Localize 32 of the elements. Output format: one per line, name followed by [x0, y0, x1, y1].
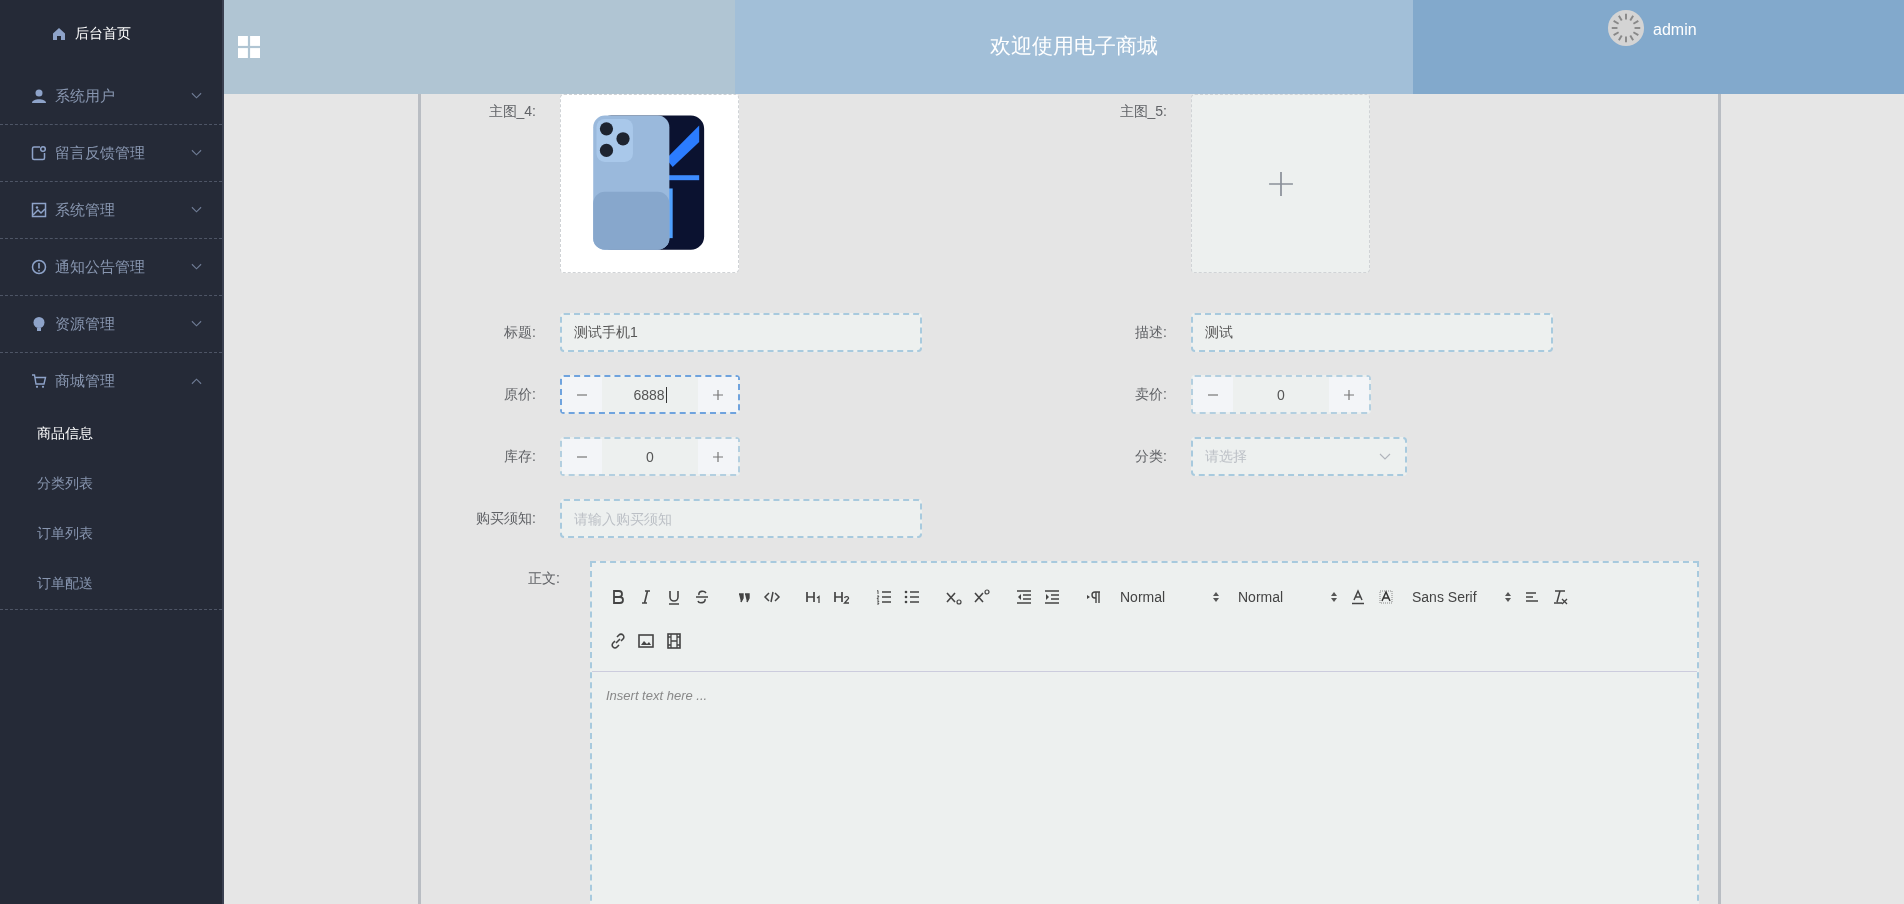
field-label: 购买须知: — [475, 509, 536, 528]
number-value: 0 — [1276, 385, 1286, 405]
submenu-item[interactable]: 订单列表 — [0, 509, 222, 559]
field-label: 库存: — [503, 447, 536, 466]
editor-placeholder: Insert text here ... — [606, 688, 708, 703]
menu-item[interactable]: 系统用户 — [0, 68, 222, 124]
field-label: 原价: — [503, 385, 536, 404]
menu-item[interactable]: 通知公告管理 — [0, 239, 222, 295]
field-label: 标题: — [503, 323, 536, 342]
submenu-item[interactable]: 订单配送 — [0, 559, 222, 609]
submenu-item[interactable]: 分类列表 — [0, 459, 222, 509]
field-label: 主图_4: — [487, 102, 536, 121]
field-label: 分类: — [1134, 447, 1167, 466]
menu-item[interactable]: 系统管理 — [0, 182, 222, 238]
submenu-item[interactable]: 商品信息 — [0, 409, 222, 459]
site-title: 欢迎使用电子商城 — [990, 33, 1158, 59]
number-value: 6888 — [632, 385, 668, 405]
menu-item[interactable]: 留言反馈管理 — [0, 125, 222, 181]
field-label: 描述: — [1134, 323, 1167, 342]
format-picker[interactable]: Normal — [1238, 589, 1338, 605]
editor-content[interactable]: Insert text here ... — [592, 672, 1697, 900]
number-value: 0 — [645, 447, 655, 467]
format-picker[interactable]: Normal — [1120, 589, 1220, 605]
field-label: 卖价: — [1134, 385, 1167, 404]
text-field[interactable]: 测试手机1 — [560, 313, 922, 352]
home-link[interactable]: 后台首页 — [0, 0, 222, 68]
menu-item[interactable]: 商城管理 — [0, 353, 222, 409]
menu-item[interactable]: 资源管理 — [0, 296, 222, 352]
field-label: 正文: — [527, 569, 560, 588]
text-field[interactable]: 测试 — [1191, 313, 1553, 352]
field-label: 主图_5: — [1118, 102, 1167, 121]
format-picker[interactable]: Sans Serif — [1412, 589, 1512, 605]
